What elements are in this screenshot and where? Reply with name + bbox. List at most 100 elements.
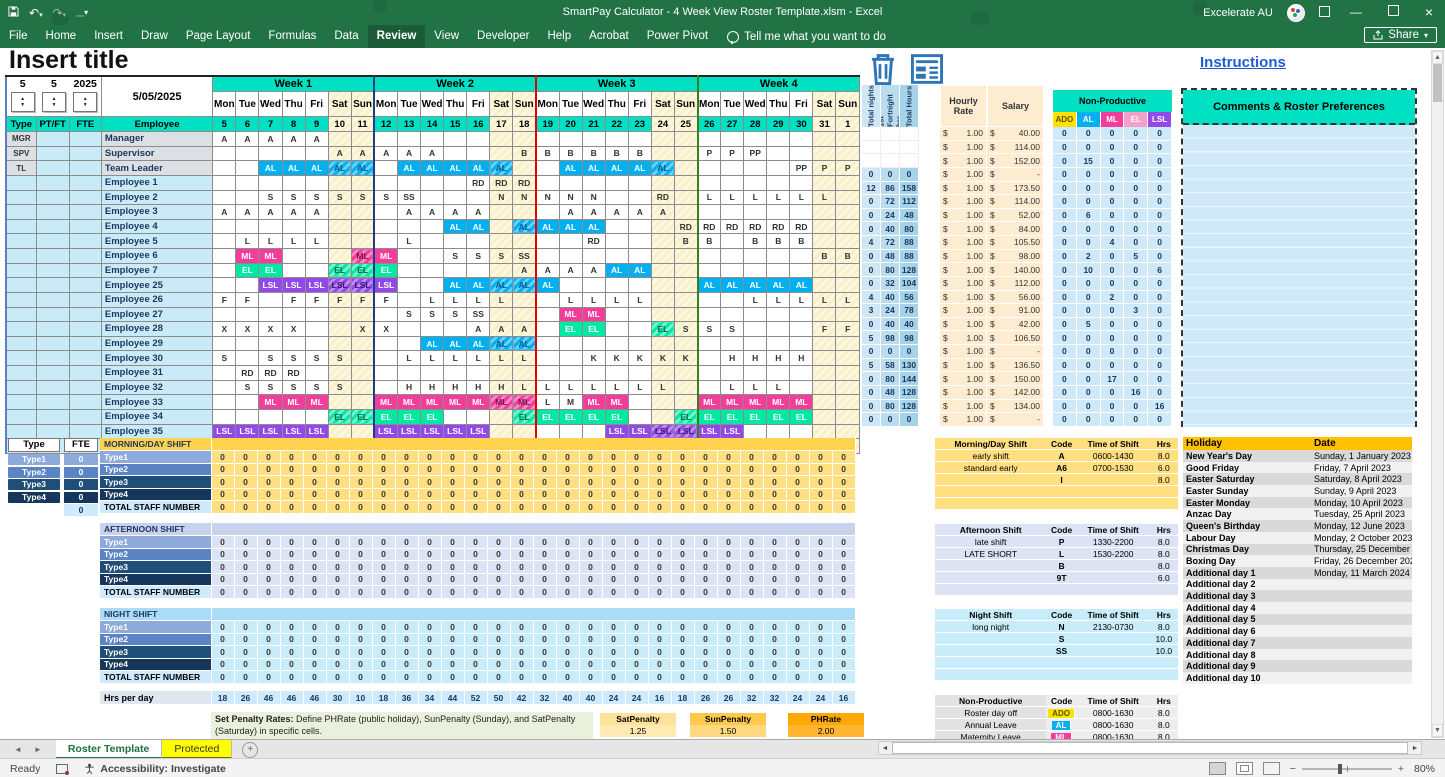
roster-cell[interactable]: L xyxy=(444,351,467,366)
roster-cell[interactable] xyxy=(790,175,813,190)
salary-cell[interactable]: $105.50 xyxy=(987,236,1044,250)
fte-value[interactable]: 0 xyxy=(64,492,98,503)
shift-time-cell[interactable]: 1530-2200 xyxy=(1077,548,1150,559)
close-button[interactable]: × xyxy=(1419,0,1439,25)
hourly-rate-cell[interactable]: $1.00 xyxy=(940,127,987,141)
fte-cell[interactable] xyxy=(69,351,101,366)
roster-cell[interactable] xyxy=(744,132,767,147)
shift-count-cell[interactable]: 0 xyxy=(602,476,625,489)
np-value-cell[interactable]: 0 xyxy=(1148,168,1172,182)
employee-type[interactable]: SPV xyxy=(6,146,36,161)
shift-count-cell[interactable]: 0 xyxy=(234,561,257,574)
hrs-per-day-cell[interactable]: 46 xyxy=(280,691,303,704)
employee-name[interactable]: Employee 34 xyxy=(101,409,212,424)
roster-cell[interactable] xyxy=(628,175,651,190)
shift-count-cell[interactable]: 0 xyxy=(326,451,349,464)
shift-count-cell[interactable]: 0 xyxy=(510,548,533,561)
shift-count-cell[interactable]: 0 xyxy=(349,646,372,659)
holiday-name[interactable]: Additional day 8 xyxy=(1183,649,1311,661)
shift-count-cell[interactable]: 0 xyxy=(487,548,510,561)
macro-record-icon[interactable] xyxy=(56,764,68,774)
roster-cell[interactable]: AL xyxy=(698,278,721,293)
roster-cell[interactable]: S xyxy=(444,307,467,322)
total-staff-cell[interactable]: 0 xyxy=(418,501,441,514)
hrs-per-day-cell[interactable]: 26 xyxy=(717,691,740,704)
roster-cell[interactable] xyxy=(651,146,674,161)
roster-cell[interactable]: L xyxy=(513,380,536,395)
roster-cell[interactable]: S xyxy=(397,307,420,322)
shift-count-cell[interactable]: 0 xyxy=(740,476,763,489)
hrs-per-day-cell[interactable]: 18 xyxy=(211,691,234,704)
ptft-cell[interactable] xyxy=(36,278,69,293)
roster-cell[interactable]: LSL xyxy=(328,278,351,293)
hrs-per-day-cell[interactable]: 32 xyxy=(533,691,556,704)
roster-cell[interactable] xyxy=(605,249,628,264)
totals-cell[interactable]: 80 xyxy=(900,222,919,236)
shift-time-cell[interactable] xyxy=(1077,584,1150,595)
roster-cell[interactable] xyxy=(374,336,397,351)
total-staff-cell[interactable]: 0 xyxy=(487,501,510,514)
total-staff-cell[interactable]: 0 xyxy=(211,501,234,514)
roster-cell[interactable] xyxy=(767,263,790,278)
roster-cell[interactable] xyxy=(698,161,721,176)
salary-cell[interactable]: $42.00 xyxy=(987,318,1044,332)
roster-cell[interactable] xyxy=(305,307,328,322)
roster-cell[interactable] xyxy=(605,336,628,351)
shift-count-cell[interactable]: 0 xyxy=(372,561,395,574)
shift-count-cell[interactable]: 0 xyxy=(464,633,487,646)
total-staff-cell[interactable]: 0 xyxy=(510,586,533,599)
roster-cell[interactable] xyxy=(836,175,860,190)
roster-cell[interactable]: EL xyxy=(328,409,351,424)
shift-count-cell[interactable]: 0 xyxy=(556,548,579,561)
totals-cell[interactable]: 12 xyxy=(862,182,881,196)
roster-cell[interactable]: L xyxy=(559,380,582,395)
total-staff-cell[interactable]: 0 xyxy=(602,586,625,599)
ribbon-tab-file[interactable]: File xyxy=(0,25,37,48)
total-staff-cell[interactable]: 0 xyxy=(441,501,464,514)
shift-count-cell[interactable]: 0 xyxy=(602,488,625,501)
shift-count-cell[interactable]: 0 xyxy=(579,561,602,574)
roster-cell[interactable] xyxy=(328,234,351,249)
shift-count-cell[interactable]: 0 xyxy=(625,451,648,464)
roster-cell[interactable]: LSL xyxy=(305,424,328,439)
shift-count-cell[interactable]: 0 xyxy=(579,476,602,489)
roster-cell[interactable] xyxy=(236,409,259,424)
shift-count-cell[interactable]: 0 xyxy=(303,561,326,574)
roster-cell[interactable] xyxy=(605,234,628,249)
ribbon-tab-view[interactable]: View xyxy=(425,25,468,48)
shift-code-cell[interactable]: S xyxy=(1046,633,1076,644)
roster-cell[interactable]: N xyxy=(513,190,536,205)
roster-cell[interactable]: AL xyxy=(305,161,328,176)
scroll-up-arrow[interactable]: ▲ xyxy=(1432,51,1443,64)
roster-cell[interactable]: A xyxy=(582,205,605,220)
roster-cell[interactable]: S xyxy=(351,190,374,205)
employee-name[interactable]: Employee 4 xyxy=(101,219,212,234)
shift-hrs-cell[interactable]: 8.0 xyxy=(1150,536,1178,547)
shift-count-cell[interactable]: 0 xyxy=(717,621,740,634)
shift-count-cell[interactable]: 0 xyxy=(671,451,694,464)
roster-cell[interactable] xyxy=(698,307,721,322)
shift-count-cell[interactable]: 0 xyxy=(556,633,579,646)
employee-name[interactable]: Employee 5 xyxy=(101,234,212,249)
shift-count-cell[interactable]: 0 xyxy=(625,488,648,501)
roster-cell[interactable]: L xyxy=(744,190,767,205)
np-value-cell[interactable]: 0 xyxy=(1077,331,1101,345)
roster-cell[interactable]: RD xyxy=(698,219,721,234)
roster-cell[interactable] xyxy=(790,205,813,220)
roster-cell[interactable]: RD xyxy=(513,175,536,190)
roster-cell[interactable] xyxy=(421,278,444,293)
total-staff-cell[interactable]: 0 xyxy=(809,586,832,599)
roster-cell[interactable] xyxy=(721,249,744,264)
np-value-cell[interactable]: 0 xyxy=(1101,195,1125,209)
total-staff-cell[interactable]: 0 xyxy=(441,586,464,599)
roster-cell[interactable] xyxy=(259,307,282,322)
accessibility-status[interactable]: Accessibility: Investigate xyxy=(84,763,225,775)
np-value-cell[interactable]: 0 xyxy=(1148,386,1172,400)
hourly-rate-cell[interactable]: $1.00 xyxy=(940,331,987,345)
holiday-name[interactable]: Additional day 9 xyxy=(1183,660,1311,672)
spinner-down-icon[interactable]: ▼ xyxy=(20,102,25,108)
shift-count-cell[interactable]: 0 xyxy=(809,621,832,634)
shift-count-cell[interactable]: 0 xyxy=(602,573,625,586)
employee-type[interactable] xyxy=(6,424,36,439)
shift-count-cell[interactable]: 0 xyxy=(211,573,234,586)
